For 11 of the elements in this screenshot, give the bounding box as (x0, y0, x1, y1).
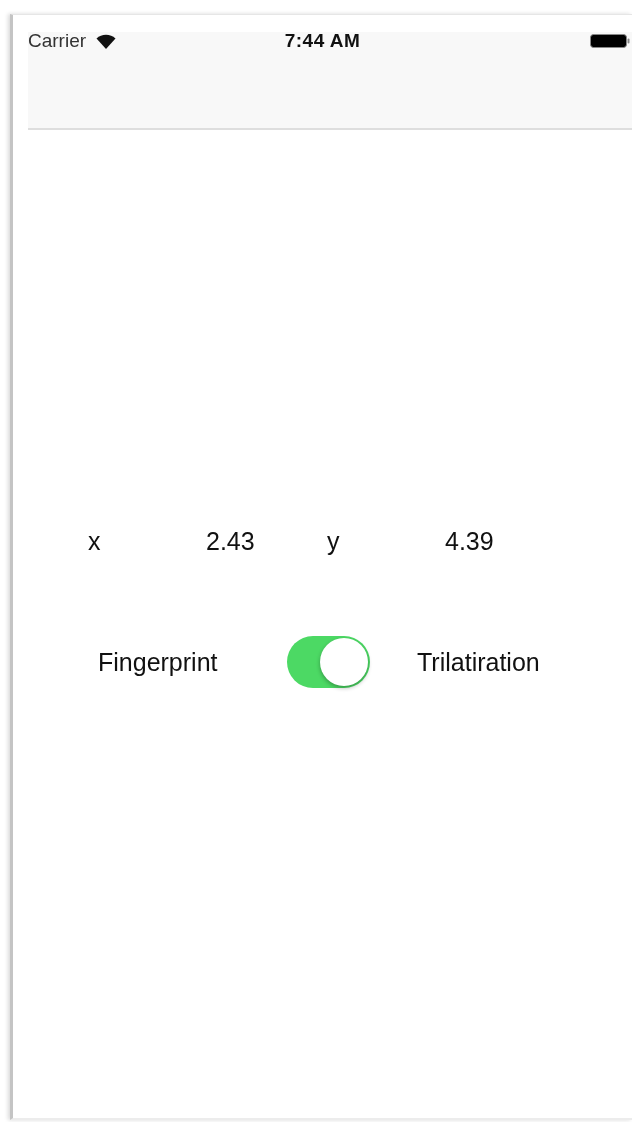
battery-icon (590, 34, 630, 48)
mode-toggle[interactable] (287, 636, 370, 688)
mode-label: Fingerprint (98, 647, 219, 677)
coordinate-label: y (327, 526, 341, 556)
wifi-icon (96, 33, 117, 49)
carrier-label: Carrier (28, 30, 87, 52)
status-time: 7:44 AM (284, 30, 361, 52)
coordinate-label: x (88, 526, 102, 556)
coordinate-value: 4.39 (445, 526, 495, 556)
mode-label: Trilatiration (417, 647, 541, 677)
coordinate-value: 2.43 (206, 526, 256, 556)
